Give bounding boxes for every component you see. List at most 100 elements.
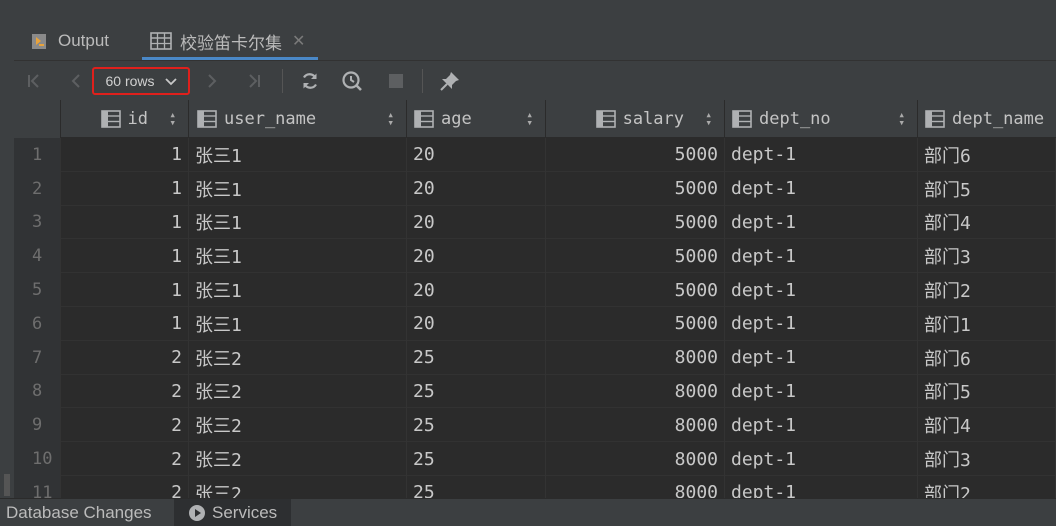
cell-salary[interactable]: 8000 bbox=[546, 374, 725, 409]
query-history-icon[interactable] bbox=[338, 67, 366, 95]
cell-id[interactable]: 1 bbox=[61, 239, 189, 274]
cell-id[interactable]: 1 bbox=[61, 306, 189, 341]
cell-age[interactable]: 25 bbox=[407, 340, 546, 375]
cell-age[interactable]: 25 bbox=[407, 475, 546, 498]
cell-id[interactable]: 2 bbox=[61, 374, 189, 409]
cell-dept-name[interactable]: 部门5 bbox=[918, 171, 1056, 206]
cell-salary[interactable]: 5000 bbox=[546, 205, 725, 240]
cell-dept-name[interactable]: 部门3 bbox=[918, 442, 1056, 476]
first-page-icon[interactable] bbox=[20, 67, 48, 95]
cell-id[interactable]: 2 bbox=[61, 340, 189, 375]
cell-salary[interactable]: 8000 bbox=[546, 442, 725, 476]
column-header-id[interactable]: id ▴ ▾ bbox=[61, 100, 189, 138]
cell-age[interactable]: 20 bbox=[407, 273, 546, 307]
services-tab[interactable]: Services bbox=[174, 499, 292, 526]
tab-query-result[interactable]: 校验笛卡尔集 ✕ bbox=[142, 22, 318, 60]
cell-age[interactable]: 20 bbox=[407, 205, 546, 240]
tab-output[interactable]: Output bbox=[30, 22, 109, 60]
cell-id[interactable]: 2 bbox=[61, 442, 189, 476]
cell-dept-name[interactable]: 部门2 bbox=[918, 475, 1056, 498]
table-row[interactable]: 9 2 张三2 25 8000 dept-1 部门4 bbox=[14, 408, 1056, 443]
cell-user-name[interactable]: 张三2 bbox=[189, 442, 407, 476]
table-row[interactable]: 6 1 张三1 20 5000 dept-1 部门1 bbox=[14, 306, 1056, 341]
sort-icon[interactable]: ▴ ▾ bbox=[898, 109, 905, 128]
cell-salary[interactable]: 5000 bbox=[546, 273, 725, 307]
last-page-icon[interactable] bbox=[240, 67, 268, 95]
column-header-age[interactable]: age ▴ ▾ bbox=[407, 100, 546, 138]
sort-icon[interactable]: ▴ ▾ bbox=[169, 109, 176, 128]
cell-user-name[interactable]: 张三1 bbox=[189, 171, 407, 206]
cell-age[interactable]: 20 bbox=[407, 138, 546, 172]
cell-dept-name[interactable]: 部门2 bbox=[918, 273, 1056, 307]
cell-dept-name[interactable]: 部门4 bbox=[918, 205, 1056, 240]
cell-dept-no[interactable]: dept-1 bbox=[725, 205, 918, 240]
refresh-icon[interactable] bbox=[296, 67, 324, 95]
cell-id[interactable]: 2 bbox=[61, 408, 189, 443]
cell-age[interactable]: 25 bbox=[407, 408, 546, 443]
column-header-dept-no[interactable]: dept_no ▴ ▾ bbox=[725, 100, 918, 138]
cell-dept-name[interactable]: 部门6 bbox=[918, 138, 1056, 172]
column-header-salary[interactable]: salary ▴ ▾ bbox=[546, 100, 725, 138]
rows-count-dropdown[interactable]: 60 rows bbox=[92, 67, 190, 95]
table-row[interactable]: 8 2 张三2 25 8000 dept-1 部门5 bbox=[14, 374, 1056, 409]
cell-dept-no[interactable]: dept-1 bbox=[725, 138, 918, 172]
sort-icon[interactable]: ▴ ▾ bbox=[705, 109, 712, 128]
table-row[interactable]: 5 1 张三1 20 5000 dept-1 部门2 bbox=[14, 273, 1056, 307]
scrollbar-thumb[interactable] bbox=[4, 474, 10, 496]
cell-id[interactable]: 1 bbox=[61, 205, 189, 240]
cell-salary[interactable]: 8000 bbox=[546, 340, 725, 375]
cell-dept-no[interactable]: dept-1 bbox=[725, 340, 918, 375]
cell-dept-no[interactable]: dept-1 bbox=[725, 442, 918, 476]
cell-user-name[interactable]: 张三1 bbox=[189, 205, 407, 240]
cell-user-name[interactable]: 张三1 bbox=[189, 138, 407, 172]
cell-dept-name[interactable]: 部门6 bbox=[918, 340, 1056, 375]
table-row[interactable]: 10 2 张三2 25 8000 dept-1 部门3 bbox=[14, 442, 1056, 476]
cell-id[interactable]: 1 bbox=[61, 138, 189, 172]
next-page-icon[interactable] bbox=[198, 67, 226, 95]
cell-dept-name[interactable]: 部门4 bbox=[918, 408, 1056, 443]
table-row[interactable]: 1 1 张三1 20 5000 dept-1 部门6 bbox=[14, 138, 1056, 172]
cell-salary[interactable]: 5000 bbox=[546, 239, 725, 274]
cell-user-name[interactable]: 张三1 bbox=[189, 306, 407, 341]
stop-icon[interactable] bbox=[382, 67, 410, 95]
cell-dept-no[interactable]: dept-1 bbox=[725, 239, 918, 274]
cell-id[interactable]: 1 bbox=[61, 171, 189, 206]
cell-dept-name[interactable]: 部门1 bbox=[918, 306, 1056, 341]
table-row[interactable]: 3 1 张三1 20 5000 dept-1 部门4 bbox=[14, 205, 1056, 240]
cell-age[interactable]: 25 bbox=[407, 442, 546, 476]
sort-icon[interactable]: ▴ ▾ bbox=[387, 109, 394, 128]
cell-dept-no[interactable]: dept-1 bbox=[725, 273, 918, 307]
database-changes-tab[interactable]: Database Changes bbox=[6, 503, 152, 523]
cell-age[interactable]: 20 bbox=[407, 171, 546, 206]
pin-tab-icon[interactable] bbox=[436, 67, 464, 95]
table-row[interactable]: 2 1 张三1 20 5000 dept-1 部门5 bbox=[14, 171, 1056, 206]
cell-id[interactable]: 2 bbox=[61, 475, 189, 498]
cell-user-name[interactable]: 张三1 bbox=[189, 239, 407, 274]
cell-salary[interactable]: 8000 bbox=[546, 475, 725, 498]
cell-dept-no[interactable]: dept-1 bbox=[725, 306, 918, 341]
cell-salary[interactable]: 8000 bbox=[546, 408, 725, 443]
cell-dept-name[interactable]: 部门5 bbox=[918, 374, 1056, 409]
column-header-dept-name[interactable]: dept_name bbox=[918, 100, 1056, 138]
table-row[interactable]: 4 1 张三1 20 5000 dept-1 部门3 bbox=[14, 239, 1056, 274]
cell-salary[interactable]: 5000 bbox=[546, 306, 725, 341]
cell-user-name[interactable]: 张三2 bbox=[189, 340, 407, 375]
cell-user-name[interactable]: 张三2 bbox=[189, 475, 407, 498]
sort-icon[interactable]: ▴ ▾ bbox=[526, 109, 533, 128]
table-row[interactable]: 7 2 张三2 25 8000 dept-1 部门6 bbox=[14, 340, 1056, 375]
column-header-user-name[interactable]: user_name ▴ ▾ bbox=[189, 100, 407, 138]
previous-page-icon[interactable] bbox=[62, 67, 90, 95]
close-icon[interactable]: ✕ bbox=[292, 31, 305, 51]
cell-dept-name[interactable]: 部门3 bbox=[918, 239, 1056, 274]
cell-id[interactable]: 1 bbox=[61, 273, 189, 307]
cell-salary[interactable]: 5000 bbox=[546, 138, 725, 172]
cell-user-name[interactable]: 张三2 bbox=[189, 408, 407, 443]
cell-salary[interactable]: 5000 bbox=[546, 171, 725, 206]
cell-dept-no[interactable]: dept-1 bbox=[725, 408, 918, 443]
cell-dept-no[interactable]: dept-1 bbox=[725, 171, 918, 206]
cell-age[interactable]: 20 bbox=[407, 239, 546, 274]
cell-age[interactable]: 20 bbox=[407, 306, 546, 341]
cell-dept-no[interactable]: dept-1 bbox=[725, 475, 918, 498]
cell-dept-no[interactable]: dept-1 bbox=[725, 374, 918, 409]
cell-user-name[interactable]: 张三2 bbox=[189, 374, 407, 409]
